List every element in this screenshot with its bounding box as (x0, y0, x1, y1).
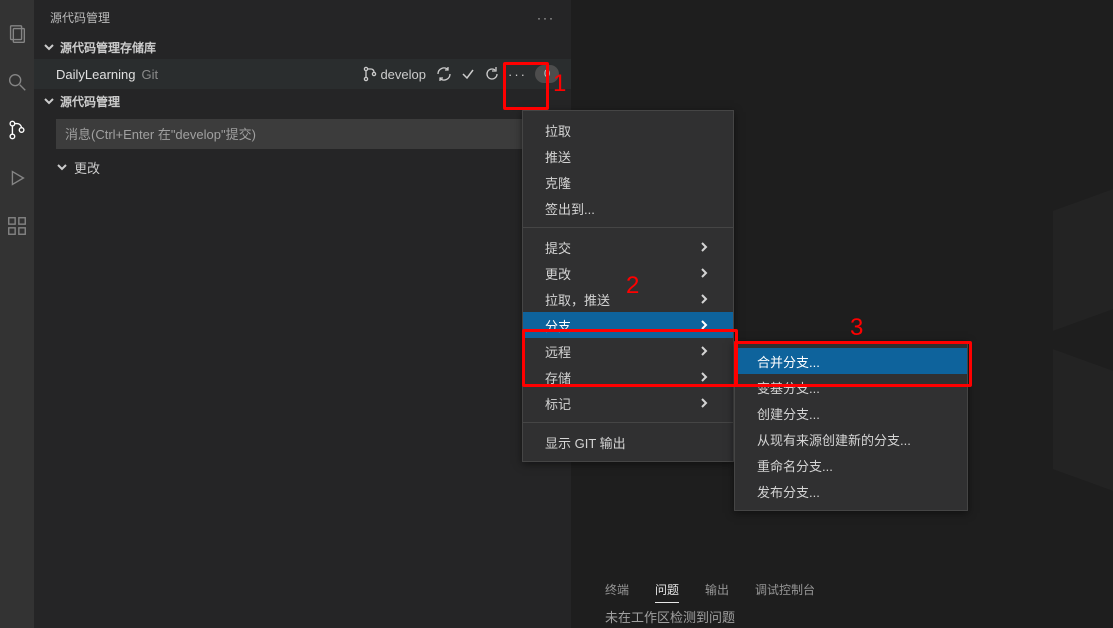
source-control-icon[interactable] (5, 118, 29, 142)
branch-name: develop (380, 67, 426, 82)
menu-item-branch[interactable]: 分支 (523, 312, 733, 338)
tab-problems[interactable]: 问题 (655, 577, 679, 603)
menu-item-clone[interactable]: 克隆 (523, 169, 733, 195)
repo-type: Git (142, 67, 159, 82)
chevron-right-icon (699, 396, 709, 411)
panel-more-icon[interactable]: ··· (537, 11, 555, 25)
commit-input-wrap (34, 113, 571, 155)
commit-message-input[interactable] (56, 119, 559, 149)
chevron-right-icon (699, 370, 709, 385)
menu-item-pull[interactable]: 拉取 (523, 117, 733, 143)
branch-indicator[interactable]: develop (362, 66, 428, 82)
menu-separator (523, 227, 733, 228)
changes-row[interactable]: 更改 (34, 155, 571, 179)
files-icon[interactable] (5, 22, 29, 46)
source-control-panel: 源代码管理 ··· 源代码管理存储库 DailyLearning Git dev… (34, 0, 571, 628)
menu-item-changes[interactable]: 更改 (523, 260, 733, 286)
menu-item-rename-branch[interactable]: 重命名分支... (735, 452, 967, 478)
menu-item-show-git-output[interactable]: 显示 GIT 输出 (523, 429, 733, 455)
bottom-tabs: 终端 问题 输出 调试控制台 (571, 572, 1113, 607)
chevron-right-icon (699, 240, 709, 255)
chevron-down-icon (42, 40, 56, 54)
refresh-icon[interactable] (484, 66, 500, 82)
problems-message: 未在工作区检测到问题 (571, 607, 1113, 626)
menu-item-merge-branch[interactable]: 合并分支... (735, 348, 967, 374)
repo-name: DailyLearning (56, 67, 136, 82)
chevron-right-icon (699, 318, 709, 333)
watermark-shape (1053, 189, 1113, 331)
sync-icon[interactable] (436, 66, 452, 82)
tab-output[interactable]: 输出 (705, 577, 729, 602)
menu-item-rebase-branch[interactable]: 变基分支... (735, 374, 967, 400)
more-actions-icon[interactable]: ··· (508, 67, 527, 82)
panel-title-row: 源代码管理 ··· (34, 0, 571, 35)
bottom-panel: 终端 问题 输出 调试控制台 未在工作区检测到问题 (571, 571, 1113, 628)
section-header-scm[interactable]: 源代码管理 (34, 89, 571, 113)
section-repos-label: 源代码管理存储库 (60, 39, 156, 56)
menu-item-create-branch-from[interactable]: 从现有来源创建新的分支... (735, 426, 967, 452)
menu-item-checkout-to[interactable]: 签出到... (523, 195, 733, 221)
watermark-shape (1053, 349, 1113, 491)
menu-item-publish-branch[interactable]: 发布分支... (735, 478, 967, 504)
commit-check-icon[interactable] (460, 66, 476, 82)
menu-separator (523, 422, 733, 423)
chevron-down-icon (42, 94, 56, 108)
menu-item-create-branch[interactable]: 创建分支... (735, 400, 967, 426)
activity-bar (0, 0, 34, 628)
extensions-icon[interactable] (5, 214, 29, 238)
chevron-right-icon (699, 344, 709, 359)
menu-item-remote[interactable]: 远程 (523, 338, 733, 364)
search-icon[interactable] (5, 70, 29, 94)
section-scm-label: 源代码管理 (60, 93, 120, 110)
menu-item-stash[interactable]: 存储 (523, 364, 733, 390)
panel-title: 源代码管理 (50, 9, 110, 26)
chevron-right-icon (699, 292, 709, 307)
chevron-right-icon (699, 266, 709, 281)
branch-submenu: 合并分支... 变基分支... 创建分支... 从现有来源创建新的分支... 重… (734, 341, 968, 511)
debug-icon[interactable] (5, 166, 29, 190)
menu-item-pull-push[interactable]: 拉取，推送 (523, 286, 733, 312)
repo-row[interactable]: DailyLearning Git develop ··· 0 (34, 59, 571, 89)
menu-item-tags[interactable]: 标记 (523, 390, 733, 416)
changes-count-badge: 0 (535, 65, 559, 83)
scm-more-menu: 拉取 推送 克隆 签出到... 提交 更改 拉取，推送 分支 远程 存储 标记 … (522, 110, 734, 462)
tab-terminal[interactable]: 终端 (605, 577, 629, 602)
chevron-down-icon (56, 161, 70, 173)
changes-label: 更改 (74, 158, 100, 177)
menu-item-push[interactable]: 推送 (523, 143, 733, 169)
tab-debug-console[interactable]: 调试控制台 (755, 577, 815, 602)
menu-item-commit[interactable]: 提交 (523, 234, 733, 260)
section-header-repos[interactable]: 源代码管理存储库 (34, 35, 571, 59)
